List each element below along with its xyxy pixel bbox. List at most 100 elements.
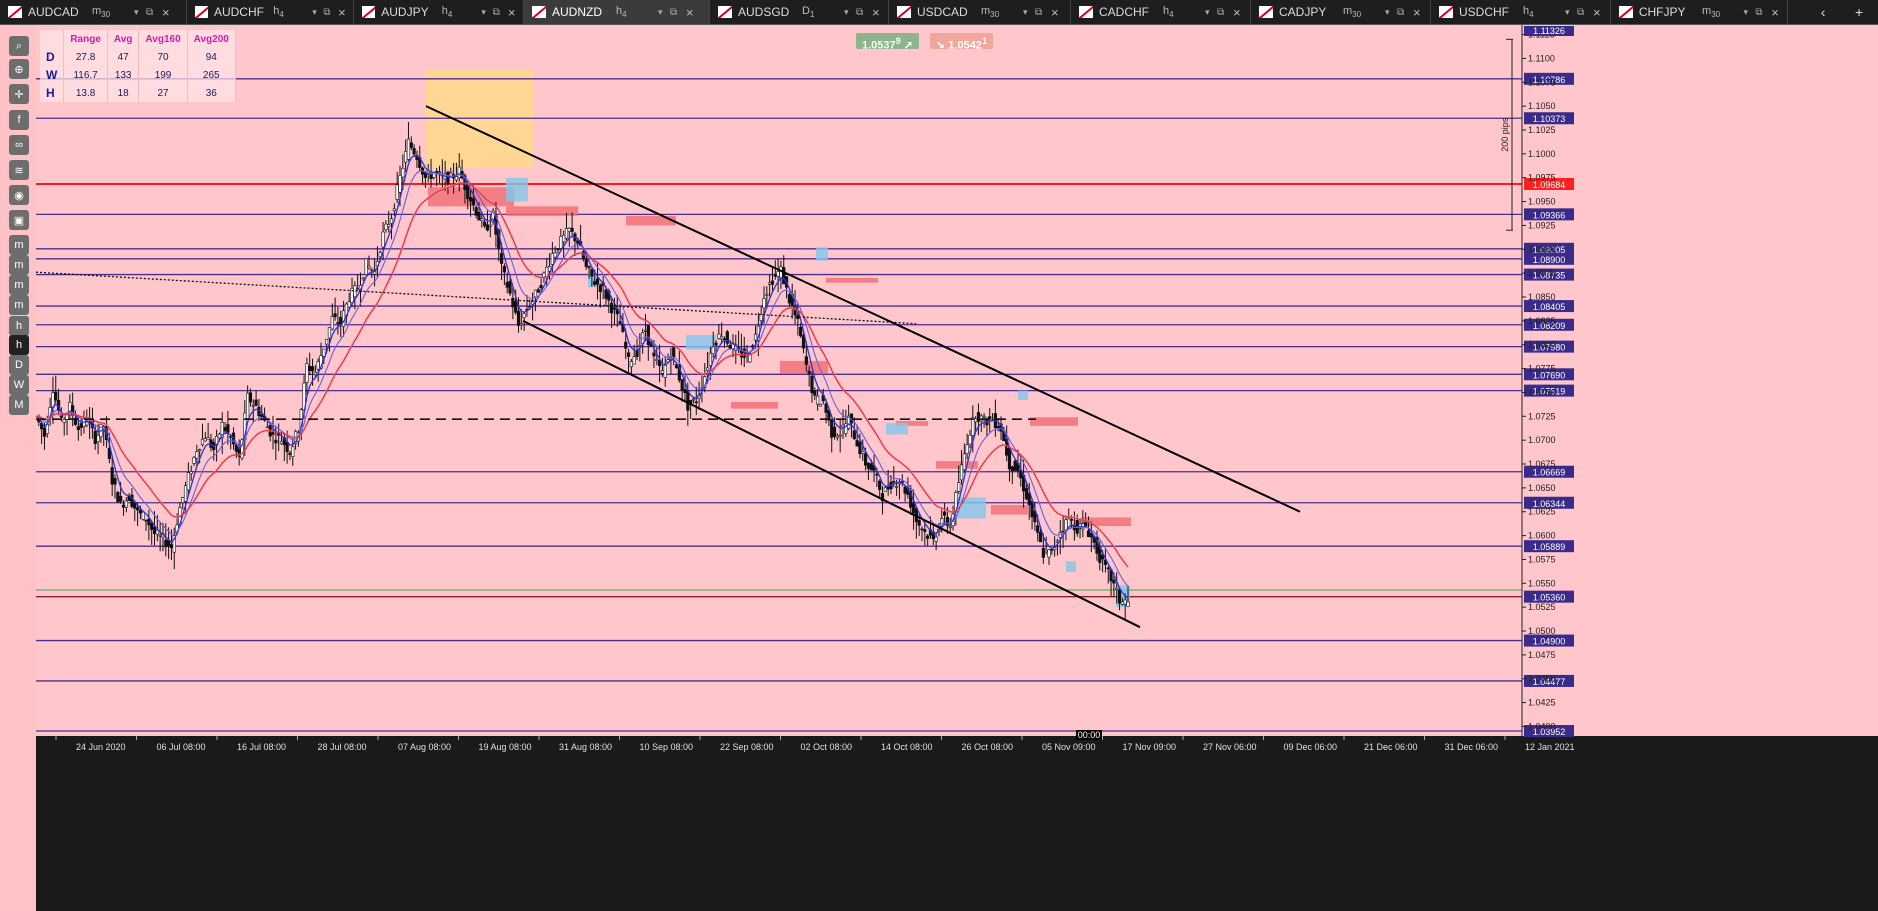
external-link-icon[interactable]: ⧉ [856, 7, 872, 18]
level-price-label: 1.08405 [1533, 302, 1566, 312]
sell-price-button[interactable]: 1.05379 ➚ [856, 33, 920, 52]
chevron-down-icon[interactable]: ▾ [658, 7, 670, 18]
y-tick-label: 1.0925 [1528, 220, 1556, 230]
y-tick-label: 1.0950 [1528, 197, 1556, 207]
chevron-down-icon[interactable]: ▾ [844, 7, 856, 18]
external-link-icon[interactable]: ⧉ [670, 7, 686, 18]
close-icon[interactable]: × [872, 5, 888, 20]
y-tick-label: 1.1075 [1528, 77, 1556, 87]
search-icon[interactable]: ⌕ [9, 36, 29, 56]
stats-corner [40, 30, 65, 48]
external-link-icon[interactable]: ⧉ [1755, 7, 1771, 18]
tab-timeframe[interactable]: h4 [273, 5, 312, 19]
bid-price: 1.0537 [862, 39, 896, 52]
chevron-down-icon[interactable]: ▾ [1565, 7, 1577, 18]
zoom-icon[interactable]: ⊕ [9, 59, 29, 79]
eye-icon[interactable]: ◉ [9, 185, 29, 205]
tab-timeframe-number: 4 [279, 10, 284, 20]
candle-body [370, 268, 374, 271]
highlight-zone [426, 69, 533, 169]
tab-timeframe[interactable]: m30 [981, 5, 1023, 19]
candle-body [866, 462, 871, 469]
close-icon[interactable]: × [162, 5, 178, 20]
tab-timeframe[interactable]: m30 [1343, 5, 1385, 19]
y-tick-label: 1.0700 [1528, 435, 1556, 445]
level-price-label: 1.04900 [1533, 637, 1566, 647]
external-link-icon[interactable]: ⧉ [1217, 7, 1233, 18]
tab-audsgd[interactable]: AUDSGD D1 ▾ ⧉ × [710, 0, 889, 24]
external-link-icon[interactable]: ⧉ [1577, 7, 1593, 18]
w1-button[interactable]: W [9, 375, 29, 395]
tab-audjpy[interactable]: AUDJPY h4 ▾ ⧉ × [354, 0, 524, 24]
tab-timeframe[interactable]: h4 [1523, 5, 1565, 19]
stats-cell: 199 [138, 66, 188, 84]
mn-button[interactable]: M [9, 395, 29, 415]
tab-cadjpy[interactable]: CADJPY m30 ▾ ⧉ × [1251, 0, 1431, 24]
tab-usdchf[interactable]: USDCHF h4 ▾ ⧉ × [1431, 0, 1611, 24]
chevron-down-icon[interactable]: ▾ [481, 7, 492, 18]
tab-audchf[interactable]: AUDCHF h4 ▾ ⧉ × [187, 0, 354, 24]
tab-chfjpy[interactable]: CHFJPY m30 ▾ ⧉ × [1611, 0, 1788, 24]
external-link-icon[interactable]: ⧉ [493, 7, 508, 18]
close-icon[interactable]: × [686, 5, 702, 20]
tab-timeframe[interactable]: D1 [802, 5, 844, 19]
level-price-label: 1.10373 [1533, 114, 1566, 124]
buy-price-button[interactable]: ➘ 1.05421 [930, 33, 994, 52]
link-icon[interactable]: ∞ [9, 135, 29, 155]
tab-audcad[interactable]: AUDCAD m30 ▾ ⧉ × [0, 0, 187, 24]
candle-body [804, 356, 808, 365]
external-link-icon[interactable]: ⧉ [1035, 7, 1051, 18]
tab-audnzd[interactable]: AUDNZD h4 ▾ ⧉ × [524, 0, 710, 24]
tab-timeframe[interactable]: h4 [616, 5, 658, 19]
m1-button[interactable]: m [9, 235, 29, 255]
h4-button[interactable]: h [9, 335, 29, 355]
facebook-icon[interactable]: f [9, 110, 29, 130]
tab-timeframe[interactable]: h4 [1163, 5, 1205, 19]
close-icon[interactable]: × [1413, 5, 1429, 20]
d1-button[interactable]: D [9, 355, 29, 375]
layers-icon[interactable]: ≋ [9, 160, 29, 180]
tab-symbol: AUDJPY [381, 5, 429, 19]
tab-timeframe[interactable]: h4 [442, 5, 482, 19]
price-chart[interactable]: 1.107861.103731.096841.093661.090051.089… [36, 25, 1878, 911]
candle-body [957, 482, 961, 492]
chevron-down-icon[interactable]: ▾ [1205, 7, 1217, 18]
close-icon[interactable]: × [338, 5, 353, 20]
external-link-icon[interactable]: ⧉ [323, 7, 338, 18]
m15-button[interactable]: m [9, 275, 29, 295]
close-icon[interactable]: × [1051, 5, 1067, 20]
external-link-icon[interactable]: ⧉ [146, 7, 162, 18]
m30-button[interactable]: m [9, 295, 29, 315]
candle-body [437, 171, 442, 174]
tab-timeframe[interactable]: m30 [1702, 5, 1743, 19]
candle-body [392, 208, 396, 212]
candle-body [519, 323, 523, 326]
candle-body [722, 338, 727, 341]
tab-list-chevron-icon[interactable]: ‹ [1821, 4, 1826, 20]
candle-body [113, 478, 117, 485]
external-link-icon[interactable]: ⧉ [1397, 7, 1413, 18]
close-icon[interactable]: × [1233, 5, 1249, 20]
h1-button[interactable]: h [9, 316, 29, 336]
symbol-flag-icon [195, 6, 208, 18]
tab-timeframe[interactable]: m30 [92, 5, 134, 19]
chevron-down-icon[interactable]: ▾ [1385, 7, 1397, 18]
chevron-down-icon[interactable]: ▾ [1023, 7, 1035, 18]
close-icon[interactable]: × [1593, 5, 1609, 20]
screenshot-icon[interactable]: ▣ [9, 210, 29, 230]
candle-body [110, 467, 114, 485]
close-icon[interactable]: × [508, 5, 523, 20]
chevron-down-icon[interactable]: ▾ [134, 7, 146, 18]
new-tab-icon[interactable]: + [1855, 4, 1863, 20]
close-icon[interactable]: × [1771, 5, 1787, 20]
candle-body [333, 313, 337, 318]
tab-cadchf[interactable]: CADCHF h4 ▾ ⧉ × [1071, 0, 1251, 24]
price-zone [1030, 417, 1078, 426]
tab-usdcad[interactable]: USDCAD m30 ▾ ⧉ × [889, 0, 1071, 24]
crosshair-icon[interactable]: ✛ [9, 84, 29, 104]
candle-body [325, 339, 329, 345]
chevron-down-icon[interactable]: ▾ [312, 7, 323, 18]
m5-button[interactable]: m [9, 255, 29, 275]
candle-body [818, 403, 823, 407]
chevron-down-icon[interactable]: ▾ [1744, 7, 1756, 18]
